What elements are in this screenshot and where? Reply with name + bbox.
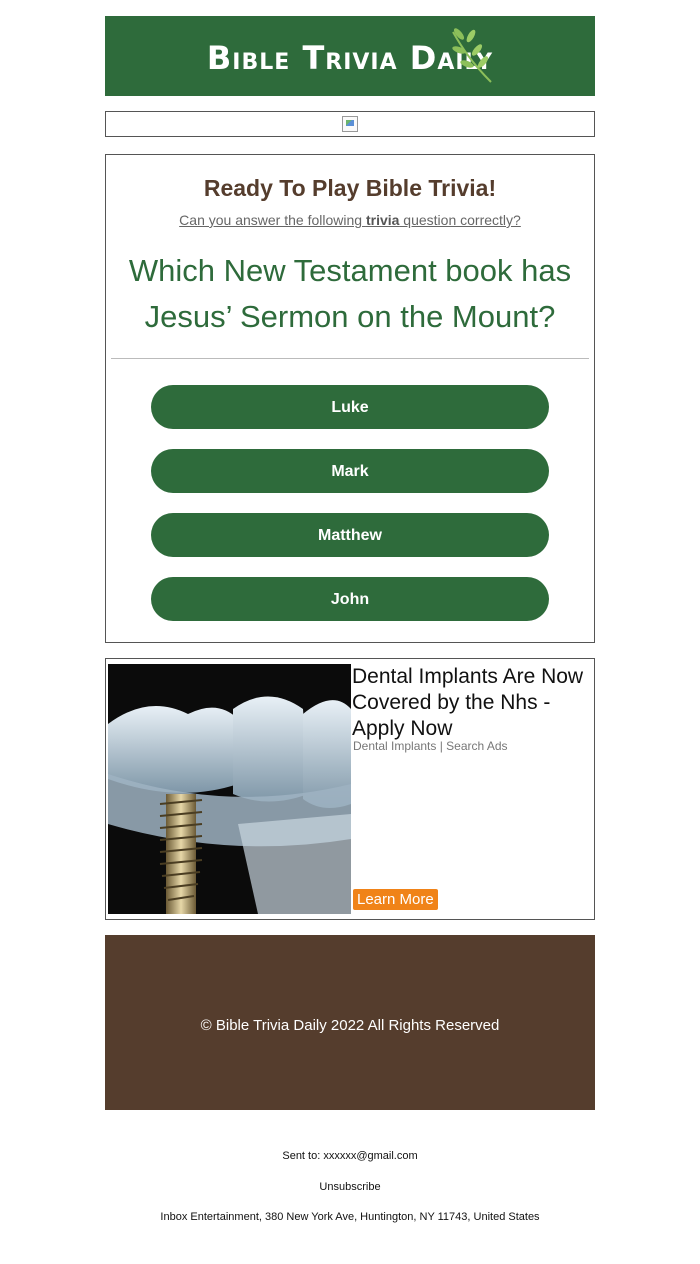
dental-implant-icon [108, 664, 351, 914]
banner-image-frame[interactable] [105, 111, 595, 137]
answer-list: Luke Mark Matthew John [106, 385, 594, 621]
answer-button-john[interactable]: John [151, 577, 549, 621]
subheading-suffix: question correctly? [399, 212, 521, 228]
learn-more-button[interactable]: Learn More [353, 889, 438, 910]
answer-button-luke[interactable]: Luke [151, 385, 549, 429]
ad-source: Dental Implants | Search Ads [353, 739, 508, 753]
sender-address: Inbox Entertainment, 380 New York Ave, H… [160, 1211, 540, 1223]
subheading-bold: trivia [365, 212, 400, 228]
leaf-branch-icon [452, 28, 492, 83]
ad-title[interactable]: Dental Implants Are Now Covered by the N… [352, 664, 592, 742]
answer-button-mark[interactable]: Mark [151, 449, 549, 493]
ad-card[interactable]: Dental Implants Are Now Covered by the N… [105, 658, 595, 920]
sent-to-text: Sent to: xxxxxx@gmail.com [282, 1150, 418, 1162]
divider [111, 358, 589, 359]
header-banner: Bible Trivia Daily [105, 16, 595, 96]
answer-button-matthew[interactable]: Matthew [151, 513, 549, 557]
copyright-text: © Bible Trivia Daily 2022 All Rights Res… [200, 1017, 500, 1034]
dental-implant-image[interactable] [108, 664, 351, 914]
footer: © Bible Trivia Daily 2022 All Rights Res… [105, 935, 595, 1110]
trivia-card: Ready To Play Bible Trivia! Can you answ… [105, 154, 595, 643]
subheading-prefix: Can you answer the following [179, 212, 366, 228]
trivia-subheading-link[interactable]: Can you answer the following trivia ques… [106, 212, 594, 228]
broken-image-icon [342, 116, 358, 132]
unsubscribe-link[interactable]: Unsubscribe [0, 1181, 700, 1193]
trivia-question: Which New Testament book has Jesus’ Serm… [128, 253, 572, 334]
trivia-heading: Ready To Play Bible Trivia! [203, 175, 497, 201]
